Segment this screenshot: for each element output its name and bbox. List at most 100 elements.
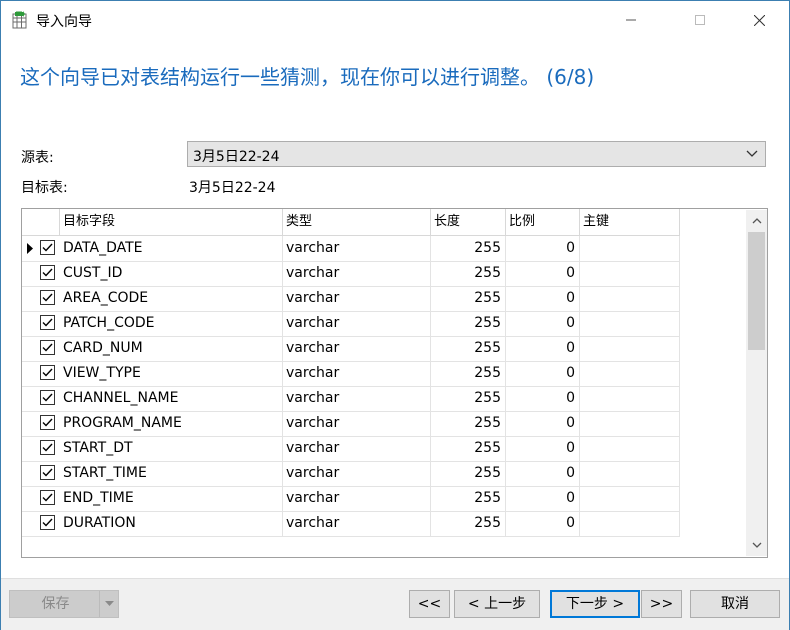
row-indicator[interactable] (22, 511, 38, 536)
cell-field[interactable]: CARD_NUM (60, 336, 283, 361)
cell-primary-key[interactable] (580, 311, 680, 336)
cell-length[interactable]: 255 (431, 511, 506, 536)
cell-scale[interactable]: 0 (506, 236, 580, 261)
cell-primary-key[interactable] (580, 361, 680, 386)
column-header-scale[interactable]: 比例 (506, 209, 580, 235)
table-row[interactable]: DURATION varchar 255 0 (22, 511, 680, 537)
cell-scale[interactable]: 0 (506, 386, 580, 411)
cell-length[interactable]: 255 (431, 361, 506, 386)
save-button[interactable]: 保存 (9, 590, 119, 618)
row-indicator[interactable] (22, 261, 38, 286)
source-table-select[interactable]: 3月5日22-24 (187, 141, 766, 167)
cell-type[interactable]: varchar (283, 386, 431, 411)
cell-primary-key[interactable] (580, 436, 680, 461)
cell-length[interactable]: 255 (431, 411, 506, 436)
field-mapping-grid[interactable]: 目标字段 类型 长度 比例 主键 DATA_DATE varchar 255 0 CUS… (21, 208, 768, 558)
cell-field[interactable]: END_TIME (60, 486, 283, 511)
row-indicator[interactable] (22, 286, 38, 311)
field-include-checkbox[interactable] (40, 465, 55, 480)
vertical-scrollbar[interactable] (746, 210, 767, 556)
row-indicator[interactable] (22, 461, 38, 486)
cell-field[interactable]: PATCH_CODE (60, 311, 283, 336)
cell-primary-key[interactable] (580, 511, 680, 536)
row-indicator[interactable] (22, 361, 38, 386)
scrollbar-thumb[interactable] (748, 232, 765, 350)
table-row[interactable]: DATA_DATE varchar 255 0 (22, 236, 680, 262)
cell-field[interactable]: VIEW_TYPE (60, 361, 283, 386)
row-indicator[interactable] (22, 486, 38, 511)
cell-scale[interactable]: 0 (506, 486, 580, 511)
row-indicator[interactable] (22, 236, 38, 261)
cell-scale[interactable]: 0 (506, 336, 580, 361)
field-include-checkbox[interactable] (40, 315, 55, 330)
cell-primary-key[interactable] (580, 486, 680, 511)
table-row[interactable]: VIEW_TYPE varchar 255 0 (22, 361, 680, 387)
cell-length[interactable]: 255 (431, 386, 506, 411)
field-include-checkbox[interactable] (40, 265, 55, 280)
cell-type[interactable]: varchar (283, 286, 431, 311)
cell-length[interactable]: 255 (431, 261, 506, 286)
column-header-field[interactable]: 目标字段 (60, 209, 283, 235)
cancel-button[interactable]: 取消 (690, 590, 780, 618)
scroll-down-button[interactable] (746, 534, 767, 556)
cell-type[interactable]: varchar (283, 436, 431, 461)
cell-primary-key[interactable] (580, 286, 680, 311)
table-row[interactable]: END_TIME varchar 255 0 (22, 486, 680, 512)
cell-primary-key[interactable] (580, 261, 680, 286)
cell-length[interactable]: 255 (431, 486, 506, 511)
table-row[interactable]: PROGRAM_NAME varchar 255 0 (22, 411, 680, 437)
cell-primary-key[interactable] (580, 236, 680, 261)
cell-type[interactable]: varchar (283, 311, 431, 336)
cell-length[interactable]: 255 (431, 461, 506, 486)
column-header-length[interactable]: 长度 (431, 209, 506, 235)
table-row[interactable]: PATCH_CODE varchar 255 0 (22, 311, 680, 337)
cell-scale[interactable]: 0 (506, 461, 580, 486)
minimize-button[interactable] (608, 2, 654, 38)
cell-primary-key[interactable] (580, 461, 680, 486)
field-include-checkbox[interactable] (40, 390, 55, 405)
field-include-checkbox[interactable] (40, 290, 55, 305)
save-dropdown-button[interactable] (99, 591, 118, 617)
cell-length[interactable]: 255 (431, 286, 506, 311)
cell-scale[interactable]: 0 (506, 261, 580, 286)
cell-scale[interactable]: 0 (506, 511, 580, 536)
cell-scale[interactable]: 0 (506, 436, 580, 461)
cell-primary-key[interactable] (580, 336, 680, 361)
cell-type[interactable]: varchar (283, 511, 431, 536)
field-include-checkbox[interactable] (40, 240, 55, 255)
maximize-button[interactable] (677, 2, 723, 38)
table-row[interactable]: START_TIME varchar 255 0 (22, 461, 680, 487)
previous-step-button[interactable]: < 上一步 (454, 590, 540, 618)
cell-type[interactable]: varchar (283, 261, 431, 286)
first-step-button[interactable]: << (409, 590, 450, 618)
field-include-checkbox[interactable] (40, 440, 55, 455)
field-include-checkbox[interactable] (40, 340, 55, 355)
row-indicator[interactable] (22, 336, 38, 361)
cell-type[interactable]: varchar (283, 461, 431, 486)
cell-length[interactable]: 255 (431, 236, 506, 261)
cell-field[interactable]: PROGRAM_NAME (60, 411, 283, 436)
cell-length[interactable]: 255 (431, 336, 506, 361)
cell-field[interactable]: DATA_DATE (60, 236, 283, 261)
close-button[interactable] (736, 2, 782, 38)
cell-field[interactable]: AREA_CODE (60, 286, 283, 311)
cell-scale[interactable]: 0 (506, 311, 580, 336)
table-row[interactable]: CARD_NUM varchar 255 0 (22, 336, 680, 362)
cell-field[interactable]: START_TIME (60, 461, 283, 486)
column-header-type[interactable]: 类型 (283, 209, 431, 235)
cell-field[interactable]: DURATION (60, 511, 283, 536)
cell-type[interactable]: varchar (283, 361, 431, 386)
row-indicator[interactable] (22, 411, 38, 436)
column-header-primary-key[interactable]: 主键 (580, 209, 680, 235)
cell-field[interactable]: CHANNEL_NAME (60, 386, 283, 411)
cell-type[interactable]: varchar (283, 486, 431, 511)
cell-field[interactable]: START_DT (60, 436, 283, 461)
field-include-checkbox[interactable] (40, 490, 55, 505)
cell-length[interactable]: 255 (431, 436, 506, 461)
row-indicator[interactable] (22, 436, 38, 461)
cell-scale[interactable]: 0 (506, 286, 580, 311)
row-indicator[interactable] (22, 386, 38, 411)
cell-type[interactable]: varchar (283, 336, 431, 361)
cell-primary-key[interactable] (580, 386, 680, 411)
field-include-checkbox[interactable] (40, 365, 55, 380)
